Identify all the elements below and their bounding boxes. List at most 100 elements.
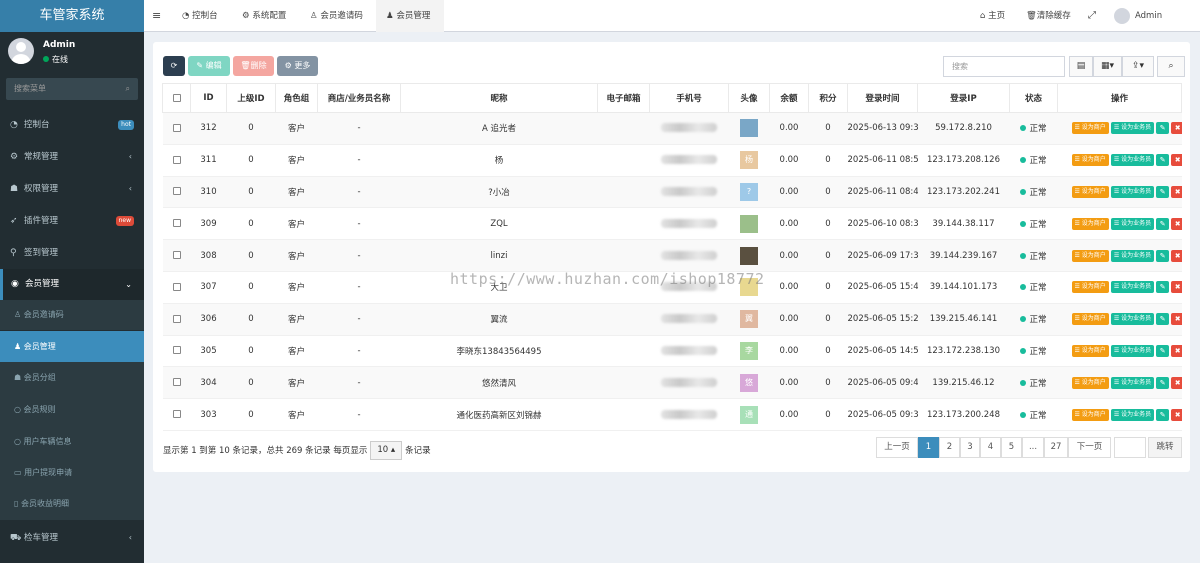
delete-row-button[interactable]: ✖ — [1171, 249, 1182, 262]
sidebar-item-signin[interactable]: ⚲ 签到管理 — [0, 238, 144, 268]
page-button[interactable]: 2 — [939, 437, 960, 458]
col-parent-id[interactable]: 上级ID — [226, 83, 276, 113]
set-salesman-button[interactable]: ☰ 设为业务员 — [1110, 122, 1155, 135]
col-shop[interactable]: 商店/业务员名称 — [317, 83, 401, 113]
avatar[interactable]: 杨 — [740, 151, 758, 170]
avatar[interactable]: 李 — [740, 341, 758, 360]
export-button[interactable]: ⇪▾ — [1122, 56, 1154, 77]
edit-row-button[interactable]: ✎ — [1156, 154, 1170, 167]
table-row[interactable]: 3120客户-A 追光者0.0002025-06-13 09:30:1159.1… — [162, 112, 1182, 145]
set-salesman-button[interactable]: ☰ 设为业务员 — [1110, 249, 1155, 262]
delete-row-button[interactable]: ✖ — [1171, 154, 1182, 167]
row-checkbox[interactable] — [172, 187, 181, 196]
table-row[interactable]: 3080客户-linzi0.0002025-06-09 17:31:2039.1… — [162, 239, 1182, 272]
col-points[interactable]: 积分 — [808, 83, 848, 113]
set-salesman-button[interactable]: ☰ 设为业务员 — [1110, 344, 1155, 357]
set-salesman-button[interactable]: ☰ 设为业务员 — [1110, 408, 1155, 421]
cell-login-ip[interactable]: 39.144.239.167 — [917, 239, 1010, 272]
cell-login-ip[interactable]: 123.173.208.126 — [917, 143, 1010, 177]
avatar[interactable]: ? — [740, 182, 758, 201]
sidebar-item-members[interactable]: ◉ 会员管理 ⌄ — [0, 269, 144, 300]
avatar[interactable]: 翼 — [740, 310, 758, 329]
table-row[interactable]: 3090客户-ZQL0.0002025-06-10 08:35:1939.144… — [162, 207, 1182, 241]
set-merchant-button[interactable]: ☰ 设为商户 — [1071, 122, 1109, 135]
sidebar-item-permission[interactable]: ☗ 权限管理 ‹ — [0, 174, 144, 204]
set-salesman-button[interactable]: ☰ 设为业务员 — [1110, 185, 1155, 198]
menu-toggle-icon[interactable]: ≡ — [152, 0, 166, 32]
set-salesman-button[interactable]: ☰ 设为业务员 — [1110, 376, 1155, 389]
edit-row-button[interactable]: ✎ — [1156, 408, 1170, 421]
row-checkbox[interactable] — [172, 346, 181, 355]
cell-login-ip[interactable]: 139.215.46.141 — [917, 302, 1010, 336]
search-button[interactable]: ⌕ — [1157, 56, 1185, 77]
page-button[interactable]: 27 — [1044, 437, 1068, 458]
delete-row-button[interactable]: ✖ — [1171, 217, 1182, 230]
page-button[interactable]: 3 — [960, 437, 980, 458]
home-link[interactable]: ⌂ 主页 — [980, 0, 1005, 32]
sidebar-subitem-member-group[interactable]: ☗ 会员分组 — [0, 362, 144, 394]
table-row[interactable]: 305 0 客户 - 李晓东13843564495 李 0.00 0 2025-06-05 14… — [162, 334, 1182, 368]
avatar[interactable] — [740, 119, 758, 138]
cell-login-ip[interactable]: 139.215.46.12 — [917, 366, 1010, 400]
row-select-cell[interactable] — [162, 302, 191, 336]
sidebar-item-general[interactable]: ⚙ 常规管理 ‹ — [0, 142, 144, 172]
col-phone[interactable]: 手机号 — [649, 83, 729, 113]
row-select-cell[interactable] — [162, 239, 191, 272]
table-row[interactable]: 3060客户-翼流翼0.0002025-06-05 15:29:46139.21… — [162, 302, 1182, 336]
edit-row-button[interactable]: ✎ — [1156, 249, 1170, 262]
set-salesman-button[interactable]: ☰ 设为业务员 — [1110, 281, 1155, 294]
login-ip-link[interactable]: 123.172.238.130 — [927, 346, 1000, 356]
search-icon[interactable]: ⌕ — [126, 78, 130, 100]
row-checkbox[interactable] — [172, 282, 181, 291]
edit-row-button[interactable]: ✎ — [1156, 185, 1170, 198]
next-page-button[interactable]: 下一页 — [1068, 437, 1111, 458]
col-role[interactable]: 角色组 — [275, 83, 318, 113]
table-search-input[interactable]: 搜索 — [943, 56, 1065, 77]
cell-login-ip[interactable]: 123.173.200.248 — [917, 398, 1010, 431]
row-checkbox[interactable] — [172, 123, 181, 132]
set-merchant-button[interactable]: ☰ 设为商户 — [1071, 154, 1109, 167]
col-nickname[interactable]: 昵称 — [400, 83, 598, 113]
set-salesman-button[interactable]: ☰ 设为业务员 — [1110, 217, 1155, 230]
row-select-cell[interactable] — [162, 112, 191, 145]
table-row[interactable]: 3040客户-悠然清风悠0.0002025-06-05 09:41:32139.… — [162, 366, 1182, 400]
login-ip-link[interactable]: 139.215.46.141 — [930, 314, 998, 324]
cell-login-ip[interactable]: 39.144.38.117 — [917, 207, 1010, 241]
login-ip-link[interactable]: 123.173.200.248 — [927, 410, 1000, 420]
cell-login-ip[interactable]: 123.172.238.130 — [917, 334, 1010, 368]
jump-page-input[interactable] — [1114, 437, 1146, 458]
set-merchant-button[interactable]: ☰ 设为商户 — [1071, 249, 1109, 262]
delete-button[interactable]: 🗑删除 — [233, 56, 274, 76]
avatar[interactable]: 悠 — [740, 373, 758, 392]
app-logo[interactable]: 车管家系统 — [0, 0, 144, 32]
edit-row-button[interactable]: ✎ — [1156, 281, 1170, 294]
refresh-button[interactable]: ⟳ — [163, 56, 185, 76]
col-balance[interactable]: 余额 — [769, 83, 809, 113]
page-size-select[interactable]: 10 ▴ — [370, 441, 403, 460]
delete-row-button[interactable]: ✖ — [1171, 185, 1182, 198]
row-checkbox[interactable] — [172, 314, 181, 323]
row-checkbox[interactable] — [172, 155, 181, 164]
col-email[interactable]: 电子邮箱 — [597, 83, 650, 113]
edit-row-button[interactable]: ✎ — [1156, 313, 1170, 326]
login-ip-link[interactable]: 39.144.38.117 — [932, 219, 994, 229]
sidebar-item-dashboard[interactable]: ◔ 控制台 hot — [0, 110, 144, 140]
avatar[interactable] — [740, 246, 758, 265]
sidebar-subitem-vehicle-info[interactable]: ○ 用户车辆信息 — [0, 426, 144, 457]
col-id[interactable]: ID — [190, 83, 227, 113]
page-button[interactable]: 1 — [918, 437, 939, 458]
edit-button[interactable]: ✎ 编辑 — [188, 56, 230, 76]
columns-button[interactable]: ▦▾ — [1093, 56, 1122, 77]
sidebar-item-inspection[interactable]: ⛟ 检车管理 ‹ — [0, 522, 144, 554]
avatar[interactable] — [740, 214, 758, 233]
set-merchant-button[interactable]: ☰ 设为商户 — [1071, 281, 1109, 294]
row-select-cell[interactable] — [162, 398, 191, 431]
sidebar-subitem-withdraw[interactable]: ▭ 用户提现申请 — [0, 457, 144, 488]
set-salesman-button[interactable]: ☰ 设为业务员 — [1110, 154, 1155, 167]
edit-row-button[interactable]: ✎ — [1156, 217, 1170, 230]
set-merchant-button[interactable]: ☰ 设为商户 — [1071, 185, 1109, 198]
cell-login-ip[interactable]: 39.144.101.173 — [917, 270, 1010, 304]
set-merchant-button[interactable]: ☰ 设为商户 — [1071, 344, 1109, 357]
login-ip-link[interactable]: 123.173.202.241 — [927, 187, 1000, 197]
more-button[interactable]: ⚙ 更多 — [277, 56, 318, 76]
